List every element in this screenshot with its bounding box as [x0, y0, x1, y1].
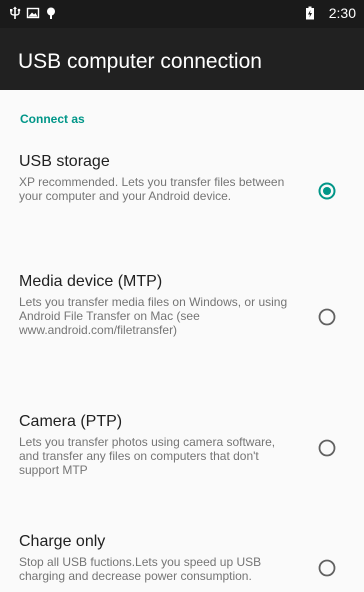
option-title: Camera (PTP): [19, 413, 123, 430]
option-title: USB storage: [19, 153, 110, 170]
section-label: Connect as: [20, 112, 85, 126]
notification-icon: [44, 6, 58, 20]
option-camera-ptp[interactable]: Camera (PTP) Lets you transfer photos us…: [0, 413, 364, 477]
option-description: Lets you transfer photos using camera so…: [19, 435, 276, 477]
option-description: Stop all USB fuctions.Lets you speed up …: [19, 555, 262, 583]
option-media-device-mtp[interactable]: Media device (MTP) Lets you transfer med…: [0, 273, 364, 343]
option-title: Media device (MTP): [19, 273, 163, 290]
image-icon: [26, 6, 40, 20]
radio-unselected-icon[interactable]: [318, 559, 336, 577]
option-title: Charge only: [19, 533, 106, 550]
usb-icon: [8, 6, 22, 20]
radio-unselected-icon[interactable]: [318, 308, 336, 326]
battery-icon: [305, 6, 315, 20]
option-charge-only[interactable]: Charge only Stop all USB fuctions.Lets y…: [0, 533, 364, 592]
status-time: 2:30: [328, 5, 356, 21]
option-description: Lets you transfer media files on Windows…: [19, 295, 288, 337]
option-description: XP recommended. Lets you transfer files …: [19, 175, 285, 203]
radio-selected-icon[interactable]: [318, 182, 336, 200]
radio-unselected-icon[interactable]: [318, 439, 336, 457]
page-title: USB computer connection: [18, 50, 262, 73]
options-list: Connect as USB storage XP recommended. L…: [0, 90, 364, 592]
toolbar: USB computer connection: [0, 28, 364, 90]
option-usb-storage[interactable]: USB storage XP recommended. Lets you tra…: [0, 153, 364, 213]
status-bar: 2:30: [0, 0, 364, 28]
